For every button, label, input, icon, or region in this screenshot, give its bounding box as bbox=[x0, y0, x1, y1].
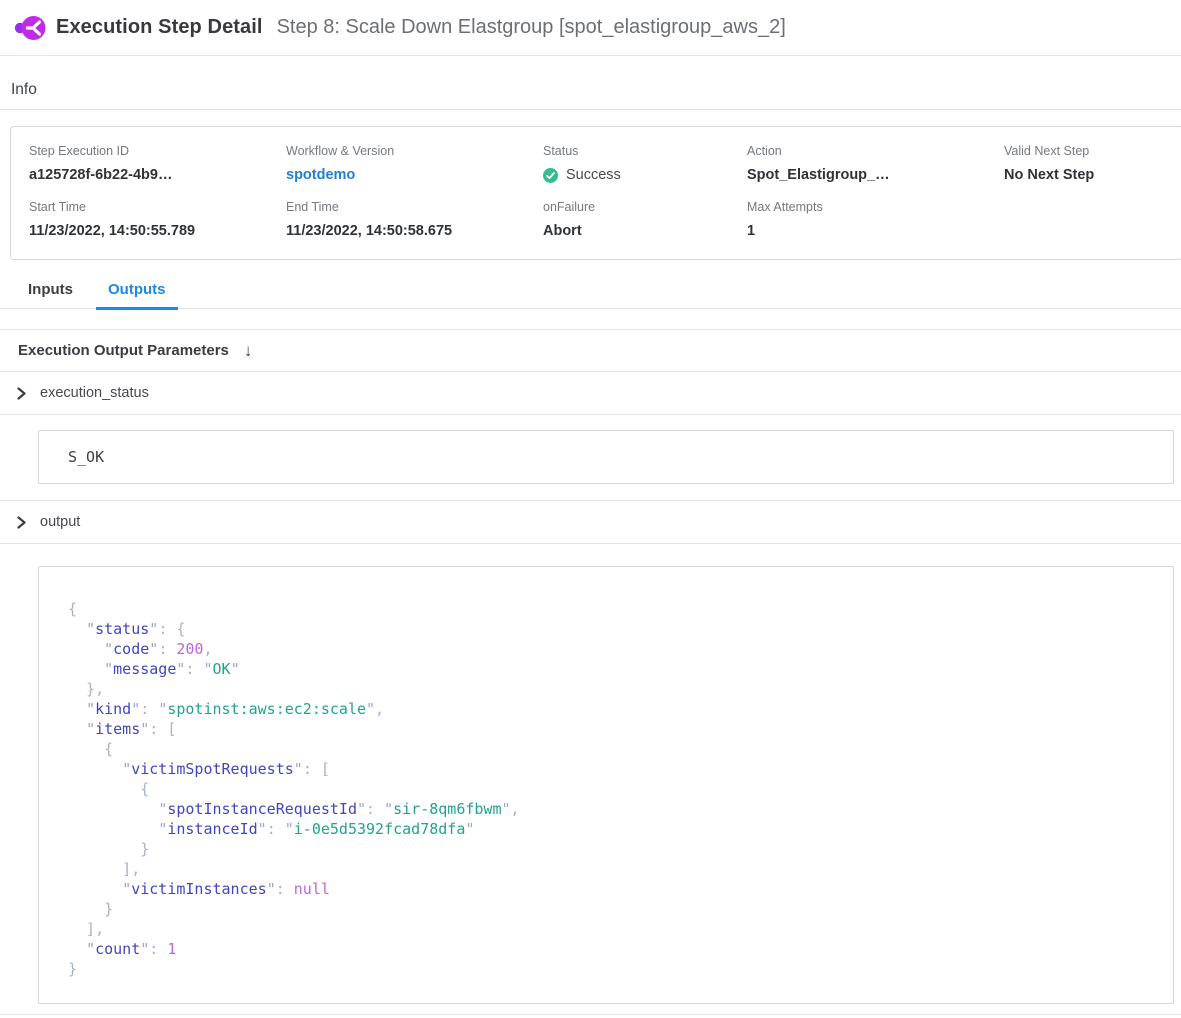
info-field-label: Start Time bbox=[29, 200, 286, 214]
page-title: Execution Step Detail bbox=[56, 16, 263, 39]
info-field-onfailure: onFailure Abort bbox=[543, 200, 747, 239]
chevron-right-icon bbox=[16, 516, 27, 529]
info-field-action: Action Spot_Elastigroup_… bbox=[747, 144, 1004, 183]
info-field-label: Status bbox=[543, 144, 747, 158]
info-field-label: Workflow & Version bbox=[286, 144, 543, 158]
info-field-label: Max Attempts bbox=[747, 200, 1004, 214]
info-field-label: Step Execution ID bbox=[29, 144, 286, 158]
execution-step-detail-page: Execution Step Detail Step 8: Scale Down… bbox=[0, 0, 1181, 1018]
outputs-section-header: Execution Output Parameters ↓ bbox=[0, 329, 1181, 372]
code-line: "spotInstanceRequestId": "sir-8qm6fbwm", bbox=[68, 799, 1153, 819]
info-field-status: Status Success bbox=[543, 144, 747, 183]
download-icon[interactable]: ↓ bbox=[244, 342, 253, 359]
info-field-value: Abort bbox=[543, 223, 747, 239]
output-code-box: { "status": { "code": 200, "message": "O… bbox=[38, 566, 1174, 1004]
execution-status-value: S_OK bbox=[38, 430, 1174, 484]
info-field-label: Action bbox=[747, 144, 1004, 158]
code-line: "message": "OK" bbox=[68, 659, 1153, 679]
code-line: { bbox=[68, 779, 1153, 799]
chevron-right-icon bbox=[16, 387, 27, 400]
info-field-label: Valid Next Step bbox=[1004, 144, 1181, 158]
param-name: output bbox=[40, 514, 80, 530]
code-line: "victimInstances": null bbox=[68, 879, 1153, 899]
divider bbox=[0, 109, 1181, 110]
code-line: "instanceId": "i-0e5d5392fcad78dfa" bbox=[68, 819, 1153, 839]
info-field-value[interactable]: spotdemo bbox=[286, 167, 543, 183]
code-line: } bbox=[68, 959, 1153, 979]
info-field-step-execution-id: Step Execution ID a125728f-6b22-4b9… bbox=[29, 144, 286, 183]
tab-inputs[interactable]: Inputs bbox=[16, 281, 85, 310]
info-section-label: Info bbox=[11, 81, 1181, 99]
code-line: "code": 200, bbox=[68, 639, 1153, 659]
info-field-value: 11/23/2022, 14:50:58.675 bbox=[286, 223, 543, 239]
code-line: "kind": "spotinst:aws:ec2:scale", bbox=[68, 699, 1153, 719]
param-output: output { "status": { "code": 200, "messa… bbox=[0, 501, 1181, 1015]
info-field-end-time: End Time 11/23/2022, 14:50:58.675 bbox=[286, 200, 543, 239]
param-execution-status: execution_status S_OK bbox=[0, 372, 1181, 501]
info-field-label: End Time bbox=[286, 200, 543, 214]
code-line: }, bbox=[68, 679, 1153, 699]
param-name: execution_status bbox=[40, 385, 149, 401]
info-field-valid-next-step: Valid Next Step No Next Step bbox=[1004, 144, 1181, 183]
info-grid: Step Execution ID a125728f-6b22-4b9…Workf… bbox=[10, 126, 1181, 260]
code-line: ], bbox=[68, 919, 1153, 939]
info-field-value: No Next Step bbox=[1004, 167, 1181, 183]
info-field-value: 11/23/2022, 14:50:55.789 bbox=[29, 223, 286, 239]
param-row-execution-status[interactable]: execution_status bbox=[0, 372, 1181, 415]
code-line: } bbox=[68, 899, 1153, 919]
code-line: "count": 1 bbox=[68, 939, 1153, 959]
code-line: } bbox=[68, 839, 1153, 859]
info-field-value: 1 bbox=[747, 223, 1004, 239]
info-field-start-time: Start Time 11/23/2022, 14:50:55.789 bbox=[29, 200, 286, 239]
page-header: Execution Step Detail Step 8: Scale Down… bbox=[0, 0, 1181, 56]
code-line: "victimSpotRequests": [ bbox=[68, 759, 1153, 779]
info-field-value: Spot_Elastigroup_… bbox=[747, 167, 1004, 183]
info-field-value: a125728f-6b22-4b9… bbox=[29, 167, 286, 183]
code-line: { bbox=[68, 739, 1153, 759]
spot-logo-icon bbox=[14, 12, 46, 44]
code-line: ], bbox=[68, 859, 1153, 879]
success-icon bbox=[543, 168, 558, 183]
status-text: Success bbox=[566, 167, 621, 183]
code-line: "status": { bbox=[68, 619, 1153, 639]
outputs-section-title: Execution Output Parameters bbox=[18, 342, 229, 359]
code-line: { bbox=[68, 599, 1153, 619]
info-field-workflow-version: Workflow & Version spotdemo bbox=[286, 144, 543, 183]
info-field-max-attempts: Max Attempts 1 bbox=[747, 200, 1004, 239]
info-field-value: Success bbox=[543, 167, 747, 183]
output-code: { "status": { "code": 200, "message": "O… bbox=[68, 599, 1153, 979]
tabbar: Inputs Outputs bbox=[0, 281, 1181, 309]
info-field-label: onFailure bbox=[543, 200, 747, 214]
param-row-output[interactable]: output bbox=[0, 501, 1181, 544]
page-subtitle: Step 8: Scale Down Elastgroup [spot_elas… bbox=[277, 16, 786, 39]
tab-outputs[interactable]: Outputs bbox=[96, 281, 178, 310]
code-line: "items": [ bbox=[68, 719, 1153, 739]
